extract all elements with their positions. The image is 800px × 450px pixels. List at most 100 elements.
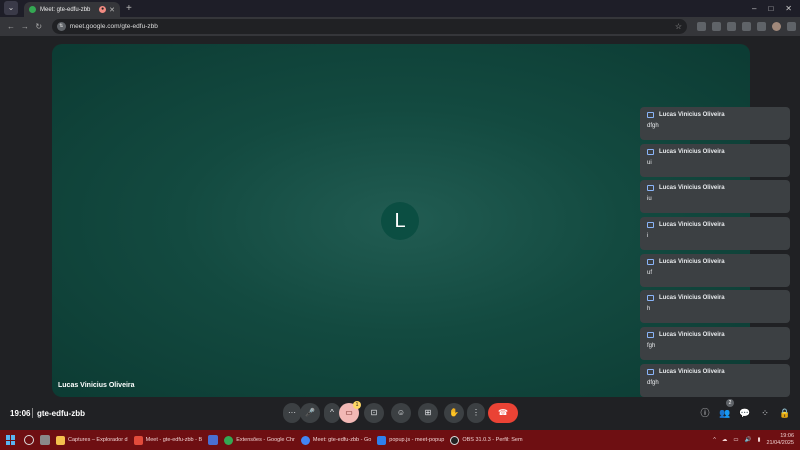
back-icon[interactable]: ← [4, 22, 18, 31]
chat-notification[interactable]: Lucas Vinicius Oliveira dfgh [640, 364, 790, 397]
new-tab-button[interactable]: + [126, 3, 132, 14]
people-icon[interactable]: 👥 [719, 407, 731, 419]
taskbar-app[interactable]: popup.js - meet-popup [377, 435, 445, 445]
chat-bubble-icon [647, 295, 654, 301]
chat-notification[interactable]: Lucas Vinicius Oliveira dfgh [640, 107, 790, 140]
bookmark-star-icon[interactable]: ☆ [675, 22, 682, 31]
site-info-icon[interactable]: ⇅ [56, 22, 66, 31]
chat-sender: Lucas Vinicius Oliveira [659, 295, 725, 301]
folder-icon [56, 435, 65, 445]
url-text: meet.google.com/gte-edfu-zbb [69, 23, 158, 30]
recording-indicator-icon: ● [99, 6, 107, 13]
taskbar-app-label: Meet - gte-edfu-zbb - B [145, 437, 203, 443]
battery-icon[interactable]: ▮ [757, 437, 760, 443]
taskbar-app[interactable]: Meet: gte-edfu-zbb - Go [300, 435, 371, 445]
chat-notification[interactable]: Lucas Vinicius Oliveira iu [640, 180, 790, 213]
maximize-button[interactable]: □ [768, 4, 773, 13]
taskbar-app-label: OBS 31.0.3 - Perfil: Sem [462, 437, 523, 443]
clock[interactable]: 19:06 21/04/2025 [766, 433, 794, 447]
participant-avatar: L [381, 202, 419, 240]
more-options-button[interactable]: ··· [283, 403, 301, 423]
extension-icon[interactable] [696, 22, 706, 31]
chat-sender: Lucas Vinicius Oliveira [659, 369, 725, 375]
chat-sender: Lucas Vinicius Oliveira [659, 149, 725, 155]
windows-taskbar: Captures – Explorador d Meet - gte-edfu-… [0, 430, 800, 450]
meeting-info-icon[interactable]: ⓘ [699, 407, 711, 419]
extension-icon[interactable] [711, 22, 721, 31]
chat-bubble-icon [647, 222, 654, 228]
chat-notification[interactable]: Lucas Vinicius Oliveira fgh [640, 327, 790, 360]
divider [32, 408, 33, 418]
taskbar-app-label: Extensões - Google Chr [236, 437, 295, 443]
chat-message: dfgh [647, 380, 659, 386]
tab-search-button[interactable]: ⌄ [4, 1, 18, 15]
chrome-icon [224, 435, 234, 445]
chat-sender: Lucas Vinicius Oliveira [659, 112, 725, 118]
reactions-button[interactable]: ☺ [391, 403, 411, 423]
chat-bubble-icon [647, 185, 654, 191]
search-icon[interactable] [24, 435, 34, 445]
mic-button[interactable]: 🎤 [300, 403, 320, 423]
host-controls-icon[interactable]: 🔒 [779, 407, 791, 419]
task-view-icon[interactable] [40, 435, 50, 445]
show-hidden-icons-icon[interactable]: ^ [713, 437, 716, 443]
downloads-icon[interactable] [756, 22, 766, 31]
chat-notification[interactable]: Lucas Vinicius Oliveira h [640, 290, 790, 323]
taskbar-app[interactable]: Captures – Explorador d [56, 435, 128, 445]
chat-message: iu [647, 196, 652, 202]
raise-hand-button[interactable]: ✋ [444, 403, 464, 423]
tab-groups-icon[interactable] [741, 22, 751, 31]
present-screen-button[interactable]: ⊞ [418, 403, 438, 423]
activities-icon[interactable]: ⁘ [759, 407, 771, 419]
chat-notification[interactable]: Lucas Vinicius Oliveira ui [640, 144, 790, 177]
chat-icon[interactable]: 💬 [739, 407, 751, 419]
reload-icon[interactable]: ↻ [32, 22, 46, 31]
tab-meet[interactable]: Meet: gte-edfu-zbb ● ✕ [24, 2, 120, 17]
close-window-button[interactable]: ✕ [785, 4, 792, 13]
captions-button[interactable]: ⊡ [364, 403, 384, 423]
chat-sender: Lucas Vinicius Oliveira [659, 222, 725, 228]
people-count-badge: 2 [726, 399, 734, 407]
meeting-code: gte-edfu-zbb [37, 409, 85, 418]
taskbar-app-label: popup.js - meet-popup [389, 437, 445, 443]
browser-menu-icon[interactable] [786, 22, 796, 31]
camera-options-chevron-icon[interactable]: ^ [324, 403, 340, 423]
chat-notification[interactable]: Lucas Vinicius Oliveira i [640, 217, 790, 250]
obs-icon [450, 435, 460, 445]
app-icon[interactable] [208, 435, 219, 445]
network-icon[interactable]: ▭ [733, 437, 738, 443]
vscode-icon [377, 435, 387, 445]
browser-tab-bar: ⌄ Meet: gte-edfu-zbb ● ✕ + – □ ✕ [0, 0, 800, 17]
chat-bubble-icon [647, 112, 654, 118]
chat-sender: Lucas Vinicius Oliveira [659, 332, 725, 338]
meet-area: L Lucas Vinicius Oliveira Lucas Vinicius… [0, 36, 800, 430]
cloud-icon[interactable]: ☁ [722, 437, 728, 443]
extensions-area [696, 22, 796, 31]
participant-name: Lucas Vinicius Oliveira [58, 382, 135, 389]
more-actions-button[interactable]: ⋮ [467, 403, 485, 423]
taskbar-app-label: Captures – Explorador d [68, 437, 128, 443]
chat-message: h [647, 306, 651, 312]
tab-close-icon[interactable]: ✕ [109, 6, 115, 14]
browser-toolbar: ← → ↻ ⇅ meet.google.com/gte-edfu-zbb ☆ [0, 17, 800, 36]
camera-badge: 1 [353, 401, 361, 409]
taskbar-app[interactable]: Extensões - Google Chr [224, 435, 295, 445]
profile-avatar[interactable] [771, 22, 781, 31]
chat-sender: Lucas Vinicius Oliveira [659, 185, 725, 191]
chat-notification[interactable]: Lucas Vinicius Oliveira uf [640, 254, 790, 287]
taskbar-app[interactable]: Meet - gte-edfu-zbb - B [133, 435, 203, 445]
chat-bubble-icon [647, 149, 654, 155]
windows-start-icon[interactable] [6, 435, 16, 445]
forward-icon[interactable]: → [18, 22, 32, 31]
taskbar-app[interactable]: OBS 31.0.3 - Perfil: Sem [450, 435, 523, 445]
clock-time: 19:06 [780, 433, 794, 439]
minimize-button[interactable]: – [752, 4, 756, 13]
chat-bubble-icon [647, 332, 654, 338]
extensions-puzzle-icon[interactable] [726, 22, 736, 31]
chat-message: fgh [647, 343, 656, 349]
system-tray: ^ ☁ ▭ 🔊 ▮ 19:06 21/04/2025 [713, 433, 794, 447]
address-bar[interactable]: ⇅ meet.google.com/gte-edfu-zbb ☆ [51, 19, 687, 34]
volume-icon[interactable]: 🔊 [745, 437, 752, 443]
leave-call-button[interactable]: ☎ [488, 403, 518, 423]
chat-message: dfgh [647, 123, 659, 129]
